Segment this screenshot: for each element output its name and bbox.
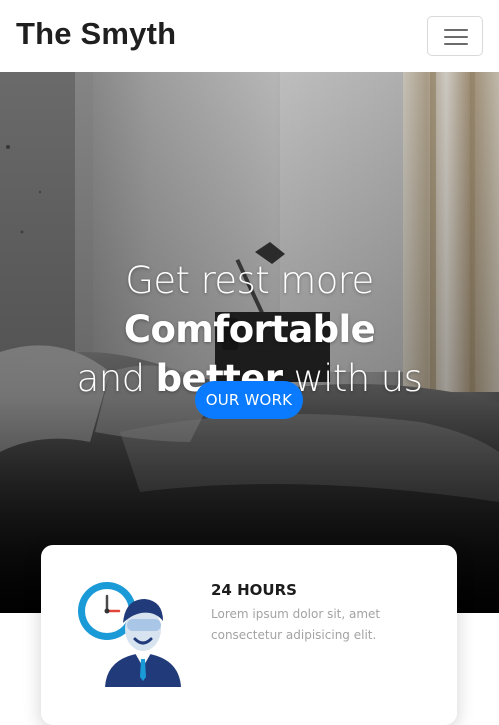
feature-title: 24 HOURS [211, 581, 297, 599]
menu-toggle-button[interactable] [427, 16, 483, 56]
navbar: The Smyth [0, 0, 499, 72]
feature-description: Lorem ipsum dolor sit, amet consectetur … [211, 607, 381, 642]
hero-headline-part3: with us [282, 357, 423, 400]
our-work-button[interactable]: OUR WORK [195, 381, 303, 419]
brand-logo[interactable]: The Smyth [16, 14, 176, 54]
hero-headline-part2: and [76, 357, 156, 400]
hero-section: Get rest more Comfortable and better wit… [0, 72, 499, 613]
hero-headline-bold1: Comfortable [123, 308, 376, 351]
clock-support-person-icon [78, 582, 181, 687]
hero-headline-part1: Get rest more [125, 259, 374, 302]
feature-card: 24 HOURS Lorem ipsum dolor sit, amet con… [41, 545, 457, 725]
